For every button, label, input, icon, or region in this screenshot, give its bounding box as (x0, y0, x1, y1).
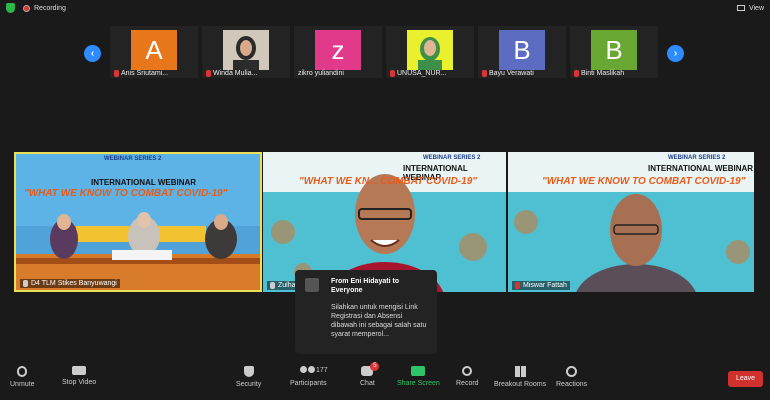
speaker-video-image (508, 152, 754, 292)
recording-indicator[interactable]: Recording (23, 4, 66, 12)
security-label: Security (236, 381, 262, 388)
stop-video-button[interactable]: Stop Video (62, 366, 96, 386)
avatar (407, 30, 453, 70)
mic-off-icon (17, 366, 28, 377)
webinar-theme: "WHAT WE KN... COMBAT COVID-19" (299, 176, 477, 187)
mic-muted-icon (515, 282, 520, 289)
next-page-button[interactable]: › (667, 45, 684, 62)
prev-page-button[interactable]: ‹ (84, 45, 101, 62)
chat-bubble-icon: 5 (361, 362, 380, 376)
breakout-grid-icon (514, 366, 526, 377)
reactions-label: Reactions (556, 381, 588, 388)
share-screen-label: Share Screen (397, 380, 440, 387)
mic-muted-icon (482, 69, 487, 77)
participant-thumb[interactable]: Winda Mulia... (202, 26, 290, 78)
participant-thumb[interactable]: UNUSA_NUR... (386, 26, 474, 78)
mic-muted-icon (390, 69, 395, 77)
chat-button[interactable]: 5 Chat (360, 362, 380, 387)
mic-muted-icon (206, 69, 211, 77)
avatar: B (499, 30, 545, 70)
avatar: z (315, 30, 361, 70)
webinar-title: INTERNATIONAL WEBINAR (648, 164, 754, 173)
mic-icon (270, 282, 275, 289)
webinar-room-image (16, 154, 260, 290)
participant-name: Anis Sriutami... (121, 69, 169, 77)
webinar-theme: "WHAT WE KNOW TO COMBAT COVID-19" (24, 188, 228, 199)
participant-name: Bayu Verawati (489, 69, 534, 77)
smiley-icon (566, 366, 578, 377)
mic-muted-icon (574, 69, 579, 77)
leave-button[interactable]: Leave (728, 371, 763, 387)
participant-thumb[interactable]: A Anis Sriutami... (110, 26, 198, 78)
view-grid-icon (736, 5, 745, 11)
top-bar: Recording View (0, 0, 770, 16)
participant-thumb[interactable]: B Bayu Verawati (478, 26, 566, 78)
participant-thumb[interactable]: B Binti Maslikah (570, 26, 658, 78)
person-photo-icon (407, 30, 453, 70)
record-button[interactable]: Record (456, 366, 479, 387)
video-camera-icon (72, 366, 87, 375)
participant-name: Binti Maslikah (581, 69, 625, 77)
webinar-series-label: WEBINAR SERIES 2 (104, 156, 162, 162)
webinar-series-label: WEBINAR SERIES 2 (668, 155, 726, 161)
participant-name: UNUSA_NUR... (397, 69, 447, 77)
view-button[interactable]: View (736, 4, 764, 12)
meeting-toolbar (0, 360, 770, 400)
security-button[interactable]: Security (236, 366, 261, 388)
video-name-label: D4 TLM Stikes Banyuwangi (20, 279, 120, 288)
webinar-title: INTERNATIONAL WEBINAR (91, 178, 197, 187)
participants-label: Participants (290, 380, 327, 387)
participant-name: Winda Mulia... (213, 69, 258, 77)
unmute-button[interactable]: Unmute (10, 366, 35, 388)
mic-muted-icon (114, 69, 119, 77)
avatar: A (131, 30, 177, 70)
reactions-button[interactable]: Reactions (556, 366, 587, 388)
video-tile[interactable]: WEBINAR SERIES 2 INTERNATIONAL WEBINAR "… (508, 152, 754, 292)
participant-thumb[interactable]: z zikro yuliandini (294, 26, 382, 78)
share-screen-button[interactable]: Share Screen (397, 366, 440, 387)
avatar (223, 30, 269, 70)
participant-name: zikro yuliandini (298, 69, 344, 77)
participant-count: 177 (316, 367, 328, 374)
shield-icon (243, 366, 254, 377)
participant-strip: ‹ A Anis Sriutami... Winda Mulia... z zi… (80, 26, 690, 80)
chat-from: From Eni Hidayati to Everyone (331, 278, 400, 294)
person-photo-icon (223, 30, 269, 70)
webinar-series-label: WEBINAR SERIES 2 (423, 155, 481, 161)
breakout-label: Breakout Rooms (494, 381, 547, 388)
chat-label: Chat (360, 380, 375, 387)
avatar: B (591, 30, 637, 70)
webinar-theme: "WHAT WE KNOW TO COMBAT COVID-19" (542, 176, 746, 187)
video-tile[interactable]: WEBINAR SERIES 2 INTERNATIONAL WEBINAR "… (14, 152, 262, 292)
breakout-rooms-button[interactable]: Breakout Rooms (494, 366, 546, 388)
chat-notification[interactable]: From Eni Hidayati to Everyone Silahkan u… (295, 270, 437, 354)
recording-label: Recording (34, 4, 66, 12)
share-screen-icon (411, 366, 426, 376)
chat-message: Silahkan untuk mengisi Link Registrasi d… (331, 304, 427, 338)
sender-avatar (305, 278, 319, 292)
participants-icon (300, 366, 316, 376)
view-label: View (748, 4, 764, 12)
unmute-label: Unmute (10, 381, 35, 388)
record-icon (462, 366, 473, 376)
security-shield-icon[interactable] (6, 3, 15, 13)
record-dot-icon (23, 4, 30, 12)
record-label: Record (456, 380, 479, 387)
video-name-label: Miswar Fattah (512, 281, 570, 290)
mic-icon (23, 280, 28, 287)
stop-video-label: Stop Video (62, 379, 97, 386)
